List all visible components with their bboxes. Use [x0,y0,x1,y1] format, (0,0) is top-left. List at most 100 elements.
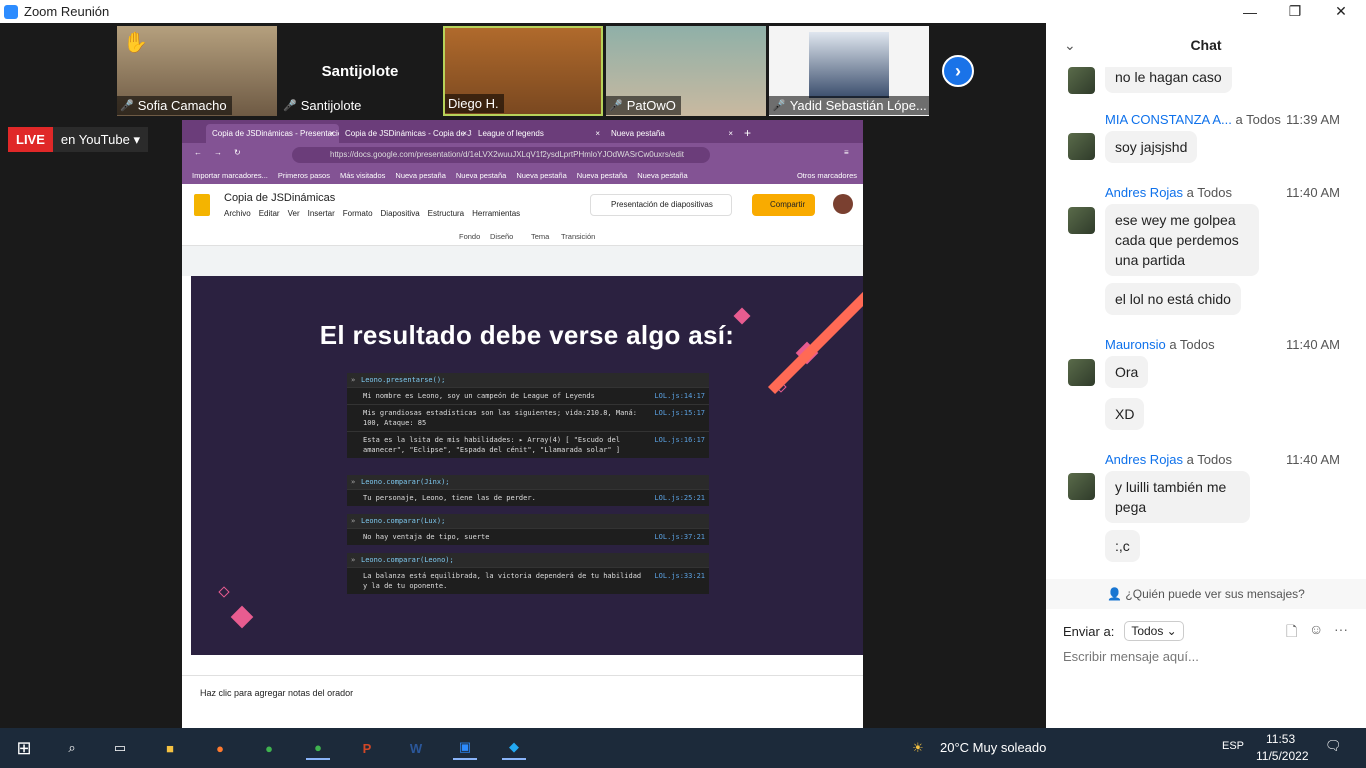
console-command: Leono.comparar(Leono); [347,553,709,567]
menu-item[interactable]: Diapositiva [381,209,420,218]
browser-tab[interactable]: Nueva pestaña × [605,124,738,143]
toolbar-item[interactable]: Tema [531,232,549,241]
video-tile-patowo[interactable]: 🎤 PatOwO [606,26,766,116]
send-to-dropdown[interactable]: Todos ⌄ [1124,621,1184,641]
emoji-icon[interactable]: ☺ [1309,621,1323,637]
chat-messages: no le hagan caso MIA CONSTANZA A... a To… [1046,67,1366,579]
video-tile-diego[interactable]: Diego H. [443,26,603,116]
menu-icon[interactable]: ≡ [844,148,849,157]
present-button[interactable]: Presentación de diapositivas [590,194,732,216]
zoom-icon [4,4,18,19]
chrome-profile-icon[interactable]: ● [306,736,330,760]
toolbar-item[interactable]: Transición [561,232,595,241]
video-tile-yadid[interactable]: 🎤 Yadid Sebastián Lópe... [769,26,929,116]
speaker-notes[interactable]: Haz clic para agregar notas del orador [182,675,863,728]
participant-name: 🎤 Yadid Sebastián Lópe... [769,96,929,115]
chat-message: no le hagan caso [1105,67,1232,93]
more-icon[interactable]: ··· [1334,621,1348,637]
url-field[interactable]: https://docs.google.com/presentation/d/1… [292,147,710,163]
menu-item[interactable]: Insertar [308,209,335,218]
console-output: No hay ventaja de tipo, suerte LOL.js:37:… [347,528,709,545]
task-view-icon[interactable]: ▭ [108,736,132,760]
who-can-see-link[interactable]: 👤 ¿Quién puede ver sus mensajes? [1046,579,1366,609]
chat-message: el lol no está chido [1105,283,1241,315]
avatar [1068,67,1095,94]
participant-name: 🎤 Sofia Camacho [117,96,232,115]
ruler [182,246,863,276]
back-icon[interactable]: ← [194,148,202,157]
clock-date[interactable]: 11/5/2022 [1256,749,1309,763]
message-sender: Andres Rojas a Todos [1105,452,1232,467]
powerpoint-icon[interactable]: P [355,736,379,760]
menu-item[interactable]: Archivo [224,209,251,218]
menu-item[interactable]: Formato [343,209,373,218]
live-badge: LIVE [8,127,53,152]
bookmark[interactable]: Nueva pestaña [516,171,566,180]
browser-tab[interactable]: Copia de JSDinámicas - Presentación × [206,124,339,143]
live-platform[interactable]: en YouTube ▾ [52,127,148,152]
console-command: Leono.comparar(Lux); [347,514,709,528]
firefox-icon[interactable]: ● [208,736,232,760]
chat-panel: ⌄ Chat no le hagan caso MIA CONSTANZA A.… [1046,23,1366,728]
collapse-chevron-icon[interactable]: ⌄ [1064,23,1076,67]
avatar [1068,359,1095,386]
muted-mic-icon: 🎤 [120,100,134,112]
search-icon[interactable]: ⌕ [60,736,84,760]
video-tile-sofia[interactable]: ✋ 🎤 Sofia Camacho [117,26,277,116]
zoom-taskbar-icon[interactable]: ▣ [453,736,477,760]
menu-item[interactable]: Ver [288,209,300,218]
chrome-icon[interactable]: ● [257,736,281,760]
document-title[interactable]: Copia de JSDinámicas [224,192,335,204]
browser-tab[interactable]: League of legends × [472,124,605,143]
toolbar-item[interactable]: Fondo [459,232,480,241]
bookmark[interactable]: Nueva pestaña [637,171,687,180]
chat-scrollbar[interactable] [1358,67,1364,577]
toolbar-item[interactable]: Diseño [490,232,513,241]
chat-input[interactable]: Escribir mensaje aquí... [1063,649,1199,664]
minimize-button[interactable]: — [1227,0,1273,23]
next-gallery-button[interactable]: › [942,55,974,87]
bookmark[interactable]: Más visitados [340,171,385,180]
new-tab-icon[interactable]: + [744,123,751,143]
restore-button[interactable]: ❐ [1272,0,1318,23]
file-icon[interactable]: 🗋 [1286,621,1297,645]
forward-icon[interactable]: → [214,148,222,157]
menu-item[interactable]: Estructura [428,209,464,218]
bookmark[interactable]: Primeros pasos [278,171,330,180]
slide-canvas[interactable]: El resultado debe verse algo así: Leono.… [191,276,863,655]
word-icon[interactable]: W [404,736,428,760]
decoration-diamond [230,605,254,629]
reload-icon[interactable]: ↻ [234,148,241,157]
input-language[interactable]: ESP [1222,740,1244,752]
address-bar: ← → ↻ https://docs.google.com/presentati… [182,143,863,166]
browser-tab[interactable]: Copia de JSDinámicas - Copia de JS × [339,124,472,143]
live-stream-indicator[interactable]: LIVE en YouTube ▾ [8,127,148,152]
avatar[interactable] [833,194,853,214]
file-explorer-icon[interactable]: ■ [158,736,182,760]
video-tile-santijolote[interactable]: Santijolote 🎤 Santijolote [280,26,440,116]
menu-item[interactable]: Herramientas [472,209,520,218]
vscode-icon[interactable]: ◆ [502,736,526,760]
window-title: Zoom Reunión [24,4,110,19]
avatar [1068,133,1095,160]
weather-icon: ☀ [912,740,924,755]
share-button[interactable]: Compartir [752,194,816,216]
bookmark[interactable]: Nueva pestaña [577,171,627,180]
message-sender: MIA CONSTANZA A... a Todos [1105,112,1281,127]
chat-message: y luilli también me pega [1105,471,1250,523]
weather-text[interactable]: 20°C Muy soleado [940,740,1046,755]
chat-message: Ora [1105,356,1149,388]
console-block: Leono.comparar(Leono); La balanza está e… [347,553,709,594]
browser-tabs: Copia de JSDinámicas - Presentación × Cop… [182,120,863,143]
muted-mic-icon: 🎤 [772,100,786,112]
bookmark[interactable]: Nueva pestaña [456,171,506,180]
bookmark[interactable]: Importar marcadores... [192,171,268,180]
chat-message: soy jajsjshd [1105,131,1198,163]
menu-item[interactable]: Editar [259,209,280,218]
other-bookmarks[interactable]: Otros marcadores [797,171,857,180]
bookmark[interactable]: Nueva pestaña [395,171,445,180]
clock-time[interactable]: 11:53 [1266,732,1295,746]
notifications-icon[interactable]: 🗨 [1325,738,1342,754]
start-icon[interactable]: ⊞ [12,736,36,760]
close-button[interactable]: ✕ [1318,0,1364,23]
